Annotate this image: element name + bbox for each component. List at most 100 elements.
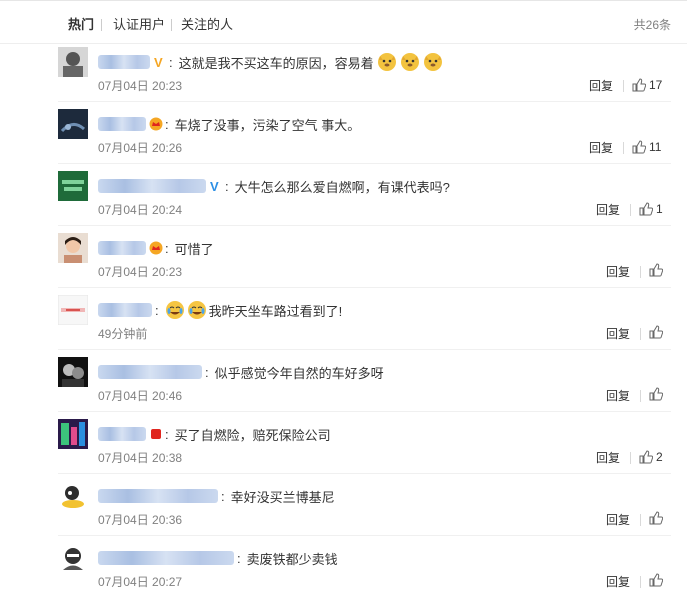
comment-time: 07月04日 20:27 (98, 575, 183, 589)
comment-time: 07月04日 20:24 (98, 203, 183, 217)
thumbs-up-icon (649, 263, 663, 277)
avatar[interactable] (58, 419, 88, 449)
avatar[interactable] (58, 481, 88, 511)
comment-item: : 买了自燃险，赔死保险公司 07月04日 20:38 回复 2 (0, 419, 687, 481)
username[interactable] (98, 117, 146, 131)
comment-divider (58, 287, 671, 288)
crown-icon (149, 117, 163, 131)
thumbs-up-icon (639, 202, 653, 216)
like-button[interactable]: 2 (639, 449, 663, 465)
comment-text: 可惜了 (174, 241, 214, 257)
username[interactable] (98, 179, 206, 193)
like-count: 1 (656, 202, 663, 216)
comment-divider (58, 349, 671, 350)
svg-text:V: V (154, 55, 163, 69)
tab-following[interactable]: 关注的人 (181, 17, 233, 33)
tab-verified-users[interactable]: 认证用户 (113, 17, 165, 33)
reply-button[interactable]: 回复 (606, 512, 630, 528)
comment-item: : 我昨天坐车路过看到了! 49分钟前 回复 (0, 295, 687, 357)
comment-text: 幸好没买兰博基尼 (230, 489, 335, 505)
comment-time: 07月04日 20:36 (98, 513, 183, 527)
crying-laugh-emoji-icon (187, 300, 207, 320)
like-button[interactable]: 11 (632, 139, 661, 155)
crown-icon (149, 241, 163, 255)
comment-item: V : 大牛怎么那么爱自燃啊，有课代表吗? 07月04日 20:24 回复 1 (0, 171, 687, 233)
comment-item: V : 这就是我不买这车的原因，容易着 07月04日 20:23 回复 17 (0, 47, 687, 109)
doge-emoji-icon (400, 52, 420, 72)
comment-total-count: 共26条 (633, 18, 671, 32)
crying-laugh-emoji-icon (165, 300, 185, 320)
comment-item: : 可惜了 07月04日 20:23 回复 (0, 233, 687, 295)
comment-divider (58, 473, 671, 474)
reply-button[interactable]: 回复 (606, 388, 630, 404)
comment-text: 车烧了没事，污染了空气 事大。 (174, 117, 361, 133)
like-button[interactable] (649, 387, 663, 401)
comment-text: 大牛怎么那么爱自燃啊，有课代表吗? (234, 179, 450, 195)
username[interactable] (98, 489, 218, 503)
comment-text: 买了自燃险，赔死保险公司 (174, 427, 331, 443)
comment-time: 07月04日 20:23 (98, 265, 183, 279)
thumbs-up-icon (649, 573, 663, 587)
tab-hot[interactable]: 热门 (68, 17, 94, 33)
like-button[interactable] (649, 325, 663, 339)
comment-text: 这就是我不买这车的原因，容易着 (178, 55, 374, 71)
v-blue-icon: V (209, 179, 223, 193)
reply-button[interactable]: 回复 (606, 574, 630, 590)
thumbs-up-icon (649, 387, 663, 401)
avatar[interactable] (58, 47, 88, 77)
like-button[interactable] (649, 573, 663, 587)
avatar[interactable] (58, 233, 88, 263)
comment-item: : 幸好没买兰博基尼 07月04日 20:36 回复 (0, 481, 687, 543)
comment-divider (58, 163, 671, 164)
comment-filter-tabs: 热门 认证用户 关注的人 共26条 (0, 0, 687, 44)
reply-button[interactable]: 回复 (606, 264, 630, 280)
comment-item: : 似乎感觉今年自然的车好多呀 07月04日 20:46 回复 (0, 357, 687, 419)
like-count: 2 (656, 450, 663, 464)
username[interactable] (98, 551, 234, 565)
comment-time: 07月04日 20:38 (98, 451, 183, 465)
username[interactable] (98, 365, 202, 379)
username[interactable] (98, 241, 146, 255)
avatar[interactable] (58, 171, 88, 201)
username[interactable] (98, 427, 146, 441)
username[interactable] (98, 55, 150, 69)
thumbs-up-icon (649, 325, 663, 339)
comment-text: 卖废铁都少卖钱 (246, 551, 338, 567)
comment-time: 07月04日 20:46 (98, 389, 183, 403)
comment-divider (58, 535, 671, 536)
v-gold-icon: V (153, 55, 167, 69)
avatar[interactable] (58, 295, 88, 325)
reply-button[interactable]: 回复 (606, 326, 630, 342)
comment-time: 49分钟前 (98, 327, 148, 341)
thumbs-up-icon (649, 511, 663, 525)
tab-divider (101, 19, 102, 31)
comment-text: 似乎感觉今年自然的车好多呀 (214, 365, 384, 381)
reply-button[interactable]: 回复 (596, 450, 620, 466)
red-tag-icon (149, 427, 163, 441)
thumbs-up-icon (632, 140, 646, 154)
comment-item: : 车烧了没事，污染了空气 事大。 07月04日 20:26 回复 11 (0, 109, 687, 171)
comment-divider (58, 101, 671, 102)
avatar[interactable] (58, 109, 88, 139)
thumbs-up-icon (639, 450, 653, 464)
like-button[interactable]: 17 (632, 77, 662, 93)
like-count: 11 (649, 140, 662, 154)
comment-divider (58, 411, 671, 412)
comment-time: 07月04日 20:26 (98, 141, 183, 155)
comment-divider (58, 225, 671, 226)
like-count: 17 (649, 78, 663, 92)
comment-time: 07月04日 20:23 (98, 79, 183, 93)
tab-divider (171, 19, 172, 31)
svg-text:V: V (210, 179, 219, 193)
comment-text: 我昨天坐车路过看到了! (208, 303, 343, 319)
like-button[interactable]: 1 (639, 201, 663, 217)
reply-button[interactable]: 回复 (589, 140, 613, 156)
reply-button[interactable]: 回复 (596, 202, 620, 218)
like-button[interactable] (649, 263, 663, 277)
avatar[interactable] (58, 543, 88, 573)
like-button[interactable] (649, 511, 663, 525)
avatar[interactable] (58, 357, 88, 387)
reply-button[interactable]: 回复 (589, 78, 613, 94)
username[interactable] (98, 303, 152, 317)
thumbs-up-icon (632, 78, 646, 92)
